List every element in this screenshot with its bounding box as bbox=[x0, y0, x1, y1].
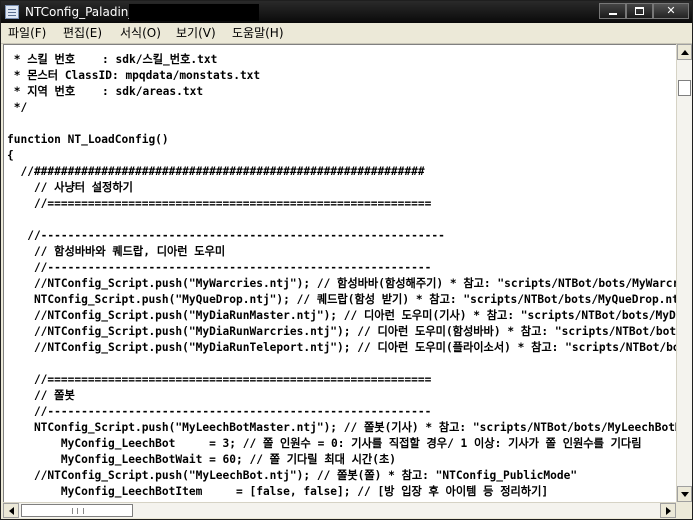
code-line: //######################################… bbox=[7, 165, 425, 178]
size-grip bbox=[676, 502, 692, 518]
code-line: //NTConfig_Script.push("MyWarcries.ntj")… bbox=[7, 277, 676, 290]
code-line: //NTConfig_Script.push("MyDiaRunMaster.n… bbox=[33, 309, 676, 322]
minimize-icon bbox=[609, 13, 617, 15]
code-line: * 지역 번호 : sdk/areas.txt bbox=[7, 85, 204, 98]
scroll-down-button[interactable] bbox=[677, 486, 692, 502]
code-line: NTConfig_Script.push("MyLeechBotMaster.n… bbox=[7, 421, 676, 434]
scroll-right-button[interactable] bbox=[660, 503, 676, 518]
scroll-up-button[interactable] bbox=[677, 44, 692, 60]
title-redaction bbox=[129, 4, 259, 21]
arrow-right-icon bbox=[666, 507, 671, 515]
menu-view[interactable]: 보기(V) bbox=[176, 26, 216, 40]
menu-bar: 파일(F) 편집(E) 서식(O) 보기(V) 도움말(H) bbox=[1, 23, 692, 44]
code-line: NTConfig_Script.push("MyQueDrop.ntj"); /… bbox=[7, 293, 676, 306]
maximize-button[interactable] bbox=[626, 3, 653, 19]
close-button[interactable]: ✕ bbox=[653, 3, 689, 19]
code-line: */ bbox=[7, 101, 28, 114]
code-line: //======================================… bbox=[7, 197, 432, 210]
arrow-down-icon bbox=[681, 492, 689, 497]
menu-help[interactable]: 도움말(H) bbox=[232, 26, 284, 40]
title-bar[interactable]: NTConfig_Paladin_ ✕ bbox=[1, 1, 692, 23]
horizontal-scrollbar[interactable] bbox=[3, 502, 676, 518]
code-line: { bbox=[7, 149, 14, 162]
code-line: //--------------------------------------… bbox=[7, 405, 432, 418]
code-text: * 스킬 번호 : sdk/스킬_번호.txt * 몬스터 ClassID: m… bbox=[7, 52, 676, 500]
code-line: //NTConfig_Script.push("MyDiaRunWarcries… bbox=[33, 325, 676, 338]
scroll-left-button[interactable] bbox=[3, 503, 19, 518]
notepad-window: NTConfig_Paladin_ ✕ 파일(F) 편집(E) 서식(O) 보기… bbox=[0, 0, 693, 520]
code-line: //--------------------------------------… bbox=[7, 229, 445, 242]
vertical-scroll-thumb[interactable] bbox=[678, 80, 691, 96]
arrow-left-icon bbox=[9, 507, 14, 515]
code-line: //NTConfig_Script.push("MyLeechBot.ntj")… bbox=[7, 469, 578, 482]
grip-icon bbox=[72, 508, 84, 514]
maximize-icon bbox=[635, 7, 644, 15]
text-editor[interactable]: * 스킬 번호 : sdk/스킬_번호.txt * 몬스터 ClassID: m… bbox=[3, 44, 676, 502]
code-line: // 함성바바와 퀘드랍, 디아런 도우미 bbox=[7, 245, 226, 258]
vertical-scrollbar[interactable] bbox=[676, 44, 692, 502]
code-line: // 쫄봇 bbox=[7, 389, 75, 402]
menu-file[interactable]: 파일(F) bbox=[8, 26, 46, 40]
code-line: * 몬스터 ClassID: mpqdata/monstats.txt bbox=[7, 69, 261, 82]
code-line: //NTConfig_Script.push("MyDiaRunTeleport… bbox=[33, 341, 676, 354]
menu-format[interactable]: 서식(O) bbox=[120, 26, 161, 40]
arrow-up-icon bbox=[681, 50, 689, 55]
code-line: MyConfig_LeechBotItem = [false, false]; … bbox=[7, 485, 549, 498]
horizontal-scroll-thumb[interactable] bbox=[21, 504, 133, 517]
close-icon: ✕ bbox=[666, 4, 676, 17]
window-title: NTConfig_Paladin_ bbox=[25, 5, 135, 19]
minimize-button[interactable] bbox=[599, 3, 626, 19]
code-line: * 스킬 번호 : sdk/스킬_번호.txt bbox=[7, 53, 218, 66]
code-line: MyConfig_LeechBot = 3; // 쫄 인원수 = 0: 기사를… bbox=[7, 437, 642, 450]
notepad-icon bbox=[5, 5, 19, 19]
code-line: //======================================… bbox=[7, 373, 432, 386]
code-line: //--------------------------------------… bbox=[7, 261, 432, 274]
code-line: function NT_LoadConfig() bbox=[7, 133, 169, 146]
menu-edit[interactable]: 편집(E) bbox=[63, 26, 102, 40]
code-line: MyConfig_LeechBotWait = 60; // 쫄 기다릴 최대 … bbox=[7, 453, 396, 466]
code-line: // 사냥터 설정하기 bbox=[7, 181, 133, 194]
